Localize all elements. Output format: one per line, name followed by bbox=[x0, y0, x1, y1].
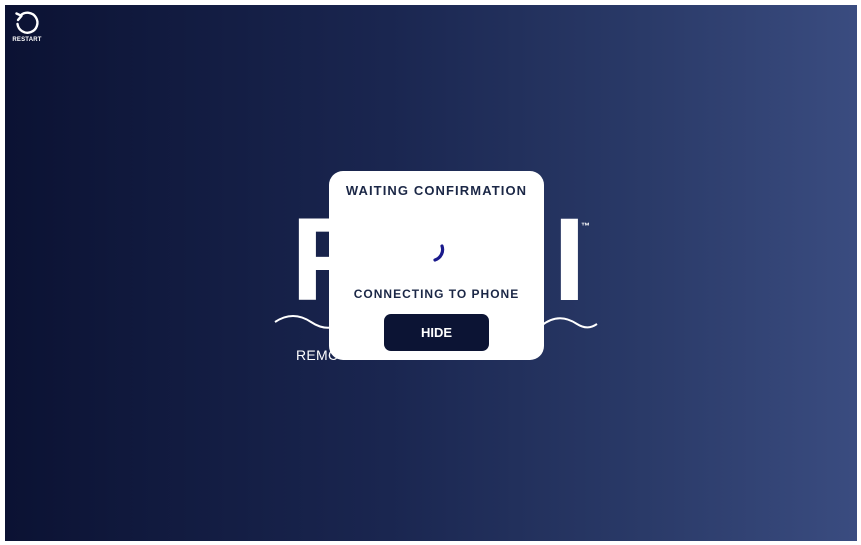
app-screen: RESTART F I ™ REMC WAITING CONFIRMATION … bbox=[5, 5, 857, 541]
logo-letter-right: I bbox=[553, 194, 586, 326]
loading-spinner-icon bbox=[433, 244, 445, 262]
confirmation-modal: WAITING CONFIRMATION CONNECTING TO PHONE… bbox=[329, 171, 544, 360]
restart-label: RESTART bbox=[12, 37, 42, 43]
modal-title: WAITING CONFIRMATION bbox=[345, 183, 528, 198]
connection-status: CONNECTING TO PHONE bbox=[353, 287, 520, 301]
restart-button[interactable]: RESTART bbox=[9, 9, 45, 43]
trademark-mark: ™ bbox=[581, 221, 590, 231]
restart-icon bbox=[15, 11, 39, 34]
hide-button[interactable]: HIDE bbox=[384, 314, 489, 351]
